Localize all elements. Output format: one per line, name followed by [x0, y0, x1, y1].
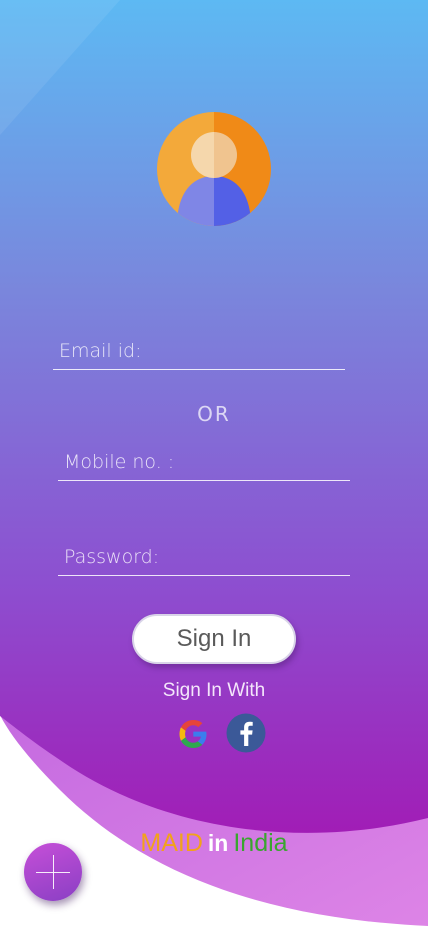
sign-in-with-label: Sign In With	[162, 680, 266, 701]
facebook-icon[interactable]	[226, 713, 266, 753]
google-icon[interactable]	[173, 714, 213, 754]
mobile-field[interactable]	[58, 444, 350, 481]
brand-word-maid: MAID	[140, 829, 203, 857]
mobile-input[interactable]	[58, 444, 350, 480]
password-field[interactable]	[58, 539, 350, 576]
sign-in-button[interactable]: Sign In	[132, 614, 296, 664]
email-input[interactable]	[53, 333, 345, 369]
or-divider: OR	[197, 402, 231, 426]
email-field[interactable]	[53, 333, 345, 370]
login-screen: OR Sign In Sign In With MAIDinIndia	[0, 0, 428, 926]
add-button[interactable]	[24, 843, 82, 901]
password-input[interactable]	[58, 539, 350, 575]
brand-word-in: in	[207, 830, 229, 856]
avatar-icon	[157, 112, 271, 226]
brand-word-india: India	[233, 829, 288, 857]
